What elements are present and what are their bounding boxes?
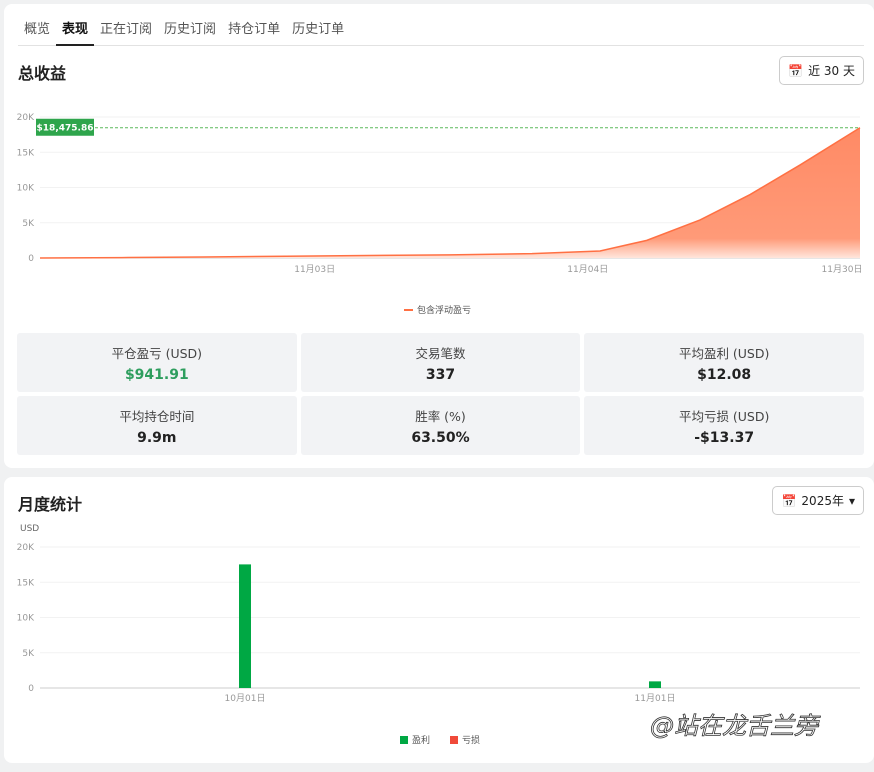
stat-value: 337 [425, 367, 456, 383]
legend-swatch [404, 309, 413, 311]
stat-value: 63.50% [411, 430, 470, 446]
stat-label: 平仓盈亏 (USD) [111, 346, 203, 361]
y-unit-label: USD [20, 524, 39, 534]
legend-swatch [400, 736, 408, 744]
y-tick-label: 10K [17, 614, 35, 624]
y-tick-label: 0 [28, 684, 34, 694]
stat-item: 胜率 (%) 63.50% [300, 396, 581, 455]
stat-value: $12.08 [697, 367, 752, 383]
legend-label: 盈利 [412, 734, 430, 746]
stat-label: 交易笔数 [415, 346, 466, 361]
stat-item: 平仓盈亏 (USD) $941.91 [17, 333, 297, 392]
y-tick-label: 20K [17, 543, 35, 553]
stat-label: 平均盈利 (USD) [678, 346, 770, 361]
monthly-title: 月度统计 [18, 495, 83, 514]
year-select[interactable]: 📅 2025年 ▾ [772, 486, 864, 515]
monthly-chart: USD 0 5K 10K 15K 20K 10月01日 11月01日盈利 亏损 [17, 524, 860, 746]
stat-item: 交易笔数 337 [300, 333, 581, 392]
stats-grid: 平仓盈亏 (USD) $941.91 交易笔数 337 平均盈利 (USD) $12.08… [17, 333, 864, 455]
legend-label: 包含浮动盈亏 [417, 304, 471, 316]
y-tick-label: 15K [17, 578, 35, 588]
caret-down-icon: ▾ [848, 493, 855, 508]
x-tick-label: 11月01日 [635, 693, 676, 704]
stat-label: 平均亏损 (USD) [678, 409, 770, 424]
calendar-icon: 📅 [781, 493, 797, 508]
y-tick-label: 5K [22, 649, 35, 659]
legend-swatch [450, 736, 458, 744]
stat-label: 胜率 (%) [415, 409, 466, 424]
watermark: @站在龙舌兰旁 [650, 712, 819, 741]
stat-value: -$13.37 [694, 430, 755, 446]
stat-item: 平均盈利 (USD) $12.08 [584, 333, 864, 392]
stat-value: 9.9m [137, 430, 177, 446]
x-tick-label: 10月01日 [225, 693, 266, 704]
stat-item: 平均亏损 (USD) -$13.37 [584, 396, 864, 455]
stat-value: $941.91 [124, 367, 189, 383]
stat-label: 平均持仓时间 [119, 409, 195, 424]
profit-bar [239, 564, 251, 688]
stat-item: 平均持仓时间 9.9m [17, 396, 297, 455]
legend-label: 亏损 [462, 734, 480, 746]
profit-bar [649, 681, 661, 688]
